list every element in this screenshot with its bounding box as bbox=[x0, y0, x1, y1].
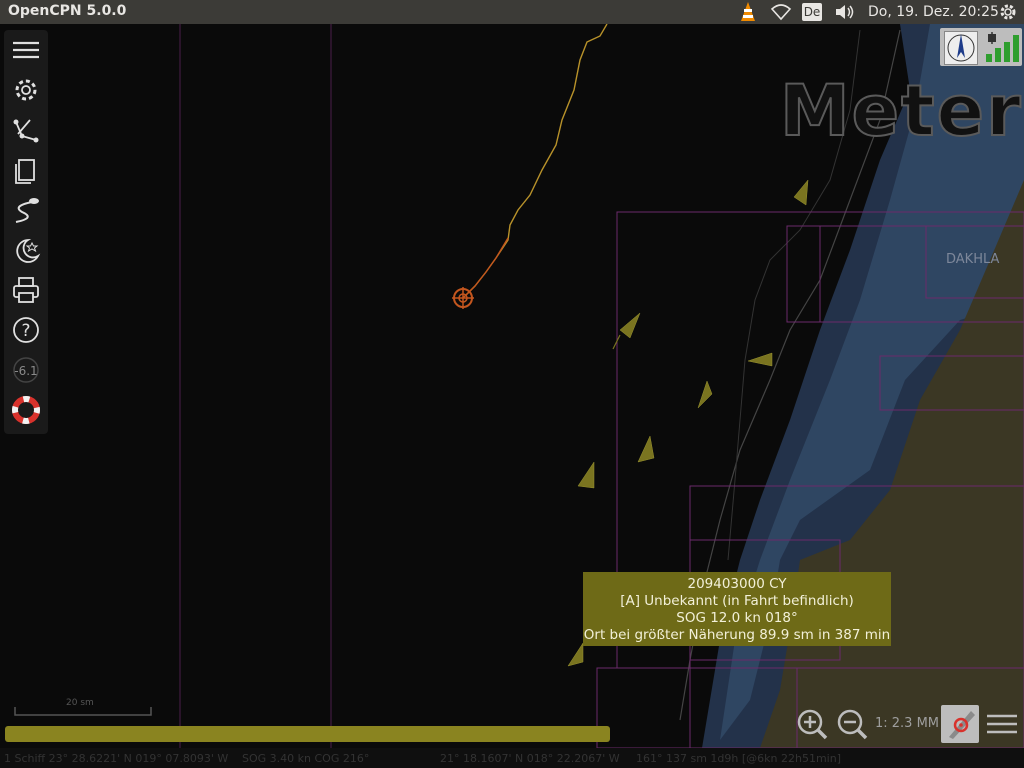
chart-load-progress bbox=[5, 726, 610, 742]
compass-icon[interactable]: -6.1 bbox=[10, 354, 42, 386]
status-ship-position: 1 Schiff 23° 28.6221' N 019° 07.8093' W bbox=[4, 752, 229, 765]
status-bar: 1 Schiff 23° 28.6221' N 019° 07.8093' W … bbox=[0, 748, 1024, 768]
top-panel: OpenCPN 5.0.0 De Do, 19. Dez. 20:25 bbox=[0, 0, 1024, 24]
moon-star-icon[interactable] bbox=[10, 234, 42, 266]
tooltip-status: [A] Unbekannt (in Fahrt befindlich) bbox=[620, 593, 854, 609]
wifi-icon[interactable] bbox=[770, 2, 792, 22]
gear-icon[interactable] bbox=[10, 74, 42, 106]
gps-signal-icon bbox=[984, 30, 1020, 64]
menu-icon[interactable] bbox=[985, 708, 1019, 740]
tooltip-sog: SOG 12.0 kn 018° bbox=[676, 610, 798, 626]
ais-target bbox=[637, 435, 655, 463]
ais-target bbox=[793, 179, 809, 206]
clock[interactable]: Do, 19. Dez. 20:25 bbox=[868, 4, 999, 20]
svg-text:?: ? bbox=[21, 321, 30, 341]
scale-bar-label: 20 sm bbox=[66, 698, 94, 708]
printer-icon[interactable] bbox=[10, 274, 42, 306]
ais-tooltip: 209403000 CY [A] Unbekannt (in Fahrt bef… bbox=[583, 572, 891, 646]
scale-bar: 20 sm bbox=[14, 698, 154, 716]
vlc-icon[interactable] bbox=[738, 1, 758, 21]
follow-ship-icon[interactable] bbox=[941, 705, 979, 743]
progress-fill bbox=[5, 726, 610, 742]
zoom-controls: 1: 2.3 MM bbox=[795, 704, 1024, 744]
zoom-in-icon[interactable] bbox=[795, 707, 829, 741]
status-cursor-position: 21° 18.1607' N 018° 22.2067' W bbox=[440, 752, 620, 765]
status-indicators bbox=[940, 28, 1022, 66]
status-sog-cog: SOG 3.40 kn COG 216° bbox=[242, 752, 370, 765]
help-icon[interactable]: ? bbox=[10, 314, 42, 346]
vessel-track bbox=[462, 24, 608, 299]
route-icon[interactable] bbox=[10, 114, 42, 146]
settings-gear-icon[interactable] bbox=[998, 2, 1018, 22]
ais-target bbox=[697, 380, 713, 409]
document-icon[interactable] bbox=[10, 154, 42, 186]
status-bearing-distance: 161° 137 sm 1d9h [@6kn 22h51min] bbox=[636, 752, 842, 765]
main-toolbar: ? -6.1 bbox=[4, 30, 48, 434]
ais-target bbox=[577, 461, 595, 489]
lifebuoy-icon[interactable] bbox=[10, 394, 42, 426]
tooltip-cpa: Ort bei größter Näherung 89.9 sm in 387 … bbox=[583, 627, 891, 643]
track-icon[interactable] bbox=[10, 194, 42, 226]
ais-target bbox=[619, 312, 641, 339]
volume-icon[interactable] bbox=[834, 2, 856, 22]
place-label: DAKHLA bbox=[946, 252, 1000, 267]
ais-target bbox=[567, 642, 584, 667]
compass-rose-icon[interactable] bbox=[944, 31, 978, 65]
window-title: OpenCPN 5.0.0 bbox=[8, 3, 127, 19]
zoom-out-icon[interactable] bbox=[835, 707, 869, 741]
meter-watermark: Meter bbox=[779, 69, 1023, 153]
tooltip-mmsi: 209403000 CY bbox=[687, 576, 787, 592]
ais-target bbox=[747, 352, 773, 367]
chart-scale: 1: 2.3 MM bbox=[875, 716, 940, 731]
keyboard-layout-indicator[interactable]: De bbox=[802, 3, 822, 21]
menu-icon[interactable] bbox=[10, 34, 42, 66]
compass-value: -6.1 bbox=[14, 364, 37, 378]
